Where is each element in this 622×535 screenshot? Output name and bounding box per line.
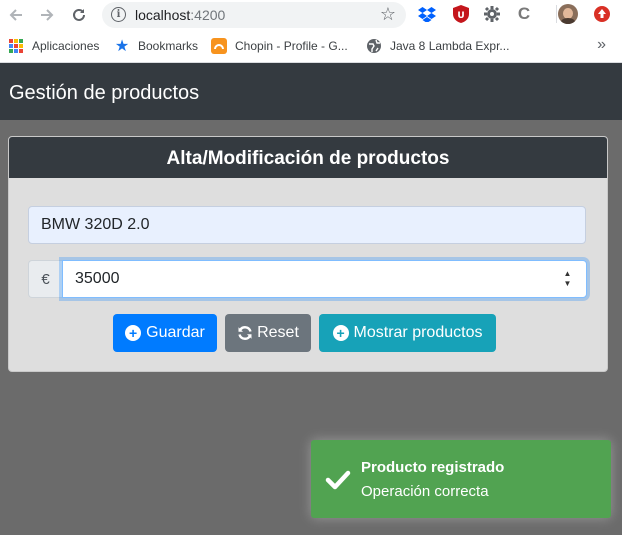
bookmark-label: Aplicaciones xyxy=(32,39,100,53)
bookmark-apps[interactable]: Aplicaciones xyxy=(8,38,99,54)
plus-circle-icon: + xyxy=(125,325,142,341)
reset-label: Reset xyxy=(257,324,299,341)
back-arrow-icon[interactable] xyxy=(5,4,27,26)
update-icon[interactable] xyxy=(591,3,613,25)
browser-toolbar: i localhost:4200 ☆ U C xyxy=(0,0,622,30)
bookmark-label: Bookmarks xyxy=(138,39,199,53)
info-icon[interactable]: i xyxy=(111,7,126,22)
url-port: :4200 xyxy=(190,7,226,23)
price-input-group: € 35000 ▲ ▼ xyxy=(28,260,587,298)
card-header: Alta/Modificación de productos xyxy=(9,137,607,178)
bookmark-java[interactable]: Java 8 Lambda Expr... xyxy=(366,38,509,54)
toast-title: Producto registrado xyxy=(361,459,505,476)
bookmarks-bar: Aplicaciones ★ Bookmarks Chopin - Profil… xyxy=(0,30,622,63)
plus-circle-icon: + xyxy=(332,325,349,341)
bookmark-label: Java 8 Lambda Expr... xyxy=(390,39,510,53)
navbar-brand[interactable]: Gestión de productos xyxy=(9,82,199,105)
stepper-up-icon[interactable]: ▲ xyxy=(564,270,572,278)
bookmark-label: Chopin - Profile - G... xyxy=(235,39,348,53)
save-button[interactable]: + Guardar xyxy=(113,314,217,352)
product-name-input[interactable]: BMW 320D 2.0 xyxy=(28,206,586,244)
apps-grid-icon xyxy=(8,38,24,54)
bookmark-bookmarks[interactable]: ★ Bookmarks xyxy=(114,38,199,55)
url-host: localhost xyxy=(135,7,191,23)
chopin-icon xyxy=(211,38,227,54)
price-value: 35000 xyxy=(75,270,120,287)
show-products-label: Mostrar productos xyxy=(353,324,483,341)
url-text: localhost:4200 xyxy=(135,7,225,23)
toast-message: Operación correcta xyxy=(361,483,489,500)
gear-extension-icon[interactable] xyxy=(481,3,503,25)
number-stepper[interactable]: ▲ ▼ xyxy=(562,270,573,288)
save-label: Guardar xyxy=(146,324,205,341)
price-input[interactable]: 35000 ▲ ▼ xyxy=(62,260,587,298)
svg-text:U: U xyxy=(457,11,464,21)
product-form-card: Alta/Modificación de productos BMW 320D … xyxy=(8,136,608,372)
currency-prefix: € xyxy=(28,260,62,298)
stepper-down-icon[interactable]: ▼ xyxy=(564,280,572,288)
reset-button[interactable]: Reset xyxy=(225,314,311,352)
show-products-button[interactable]: + Mostrar productos xyxy=(319,314,496,352)
sync-icon xyxy=(237,325,253,341)
bookmark-chopin[interactable]: Chopin - Profile - G... xyxy=(211,38,348,54)
reload-icon[interactable] xyxy=(68,4,90,26)
forward-arrow-icon[interactable] xyxy=(36,4,58,26)
form-title: Alta/Modificación de productos xyxy=(166,148,450,169)
bookmark-star-icon[interactable]: ☆ xyxy=(380,4,396,25)
globe-icon xyxy=(366,38,382,54)
success-toast[interactable]: Producto registrado Operación correcta xyxy=(311,440,611,518)
checkmark-icon xyxy=(325,470,351,490)
more-bookmarks-icon[interactable]: » xyxy=(597,36,606,54)
ublock-icon[interactable]: U xyxy=(450,3,472,25)
star-icon: ★ xyxy=(114,38,130,55)
dropbox-icon[interactable] xyxy=(416,3,438,25)
c-extension-icon[interactable]: C xyxy=(513,3,535,25)
address-bar[interactable]: i localhost:4200 ☆ xyxy=(102,2,406,28)
avatar[interactable] xyxy=(557,3,579,25)
app-navbar: Gestión de productos xyxy=(0,63,622,120)
